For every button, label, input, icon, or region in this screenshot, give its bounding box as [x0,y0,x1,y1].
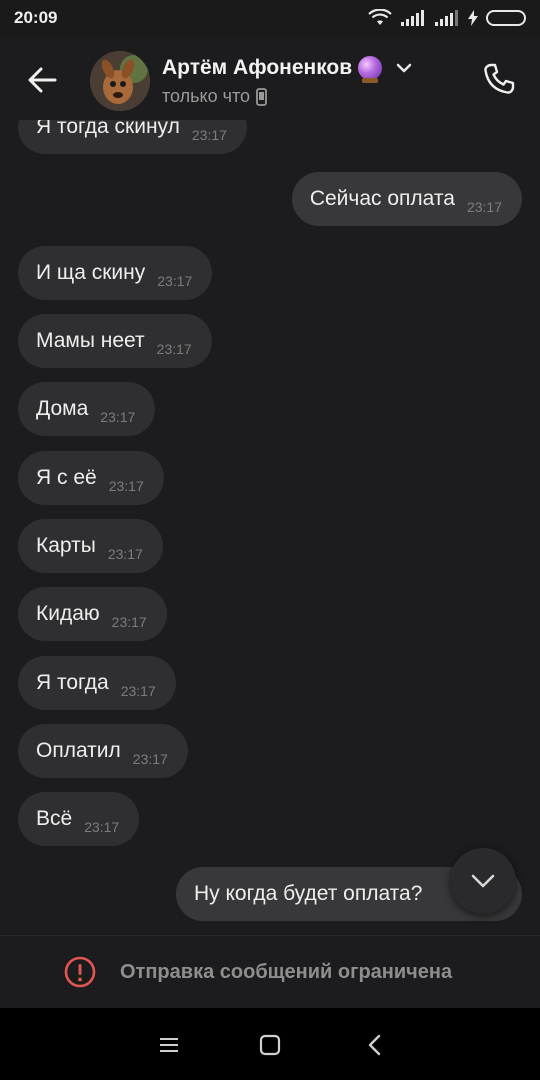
signal-icon-sim1 [401,10,424,26]
message-bubble-incoming[interactable]: Я тогда скинул 23:17 [18,120,247,154]
arrow-left-icon [28,67,57,93]
message-time: 23:17 [84,819,120,835]
chat-screen: 20:09 Артём Афоненков только что Я тогда… [0,0,540,1080]
message-text: Мамы неет [36,329,145,352]
contact-name-button[interactable]: Артём Афоненков [162,56,412,83]
charging-icon [468,10,478,26]
message-bubble-incoming[interactable]: Я тогда 23:17 [18,656,176,710]
system-back-button[interactable] [360,1030,390,1060]
signal-icon-sim2 [435,10,458,26]
message-time: 23:17 [100,409,136,425]
home-button[interactable] [255,1030,285,1060]
message-bubble-incoming[interactable]: Дома 23:17 [18,382,156,436]
message-time: 23:17 [156,341,192,357]
battery-icon [486,10,526,26]
contact-status-row: только что [162,86,267,107]
message-time: 23:17 [466,199,502,215]
status-icons [368,9,526,27]
call-button[interactable] [478,58,520,100]
message-time: 23:17 [111,614,147,630]
status-time: 20:09 [14,8,58,27]
system-navigation-bar [0,1008,540,1080]
message-bubble-incoming[interactable]: Оплатил 23:17 [18,724,188,778]
message-time: 23:17 [157,273,193,289]
status-bar: 20:09 [0,0,540,38]
message-text: Я тогда [36,671,109,694]
restricted-text: Отправка сообщений ограничена [120,960,453,983]
message-text: И ща скину [36,261,146,284]
chevron-left-icon [368,1034,381,1056]
message-time: 23:17 [132,751,168,767]
avatar[interactable] [90,51,150,111]
message-time: 23:17 [108,478,144,494]
message-text: Кидаю [36,602,100,625]
restricted-banner-content: Отправка сообщений ограничена [64,956,452,988]
message-text: Ну когда будет оплата? [194,882,423,905]
back-button[interactable] [22,60,62,100]
chat-header: Артём Афоненков только что [0,38,540,120]
message-bubble-incoming[interactable]: Я с её 23:17 [18,451,164,505]
contact-status: только что [162,86,251,106]
warning-circle-icon [64,956,96,988]
wifi-icon [368,9,392,25]
menu-icon [160,1038,178,1052]
message-text: Сейчас оплата [309,187,455,210]
message-bubble-incoming[interactable]: Мамы неет 23:17 [18,314,212,368]
message-bubble-incoming[interactable]: Карты 23:17 [18,519,163,573]
message-bubble-incoming[interactable]: Кидаю 23:17 [18,587,167,641]
chevron-down-icon [471,874,495,888]
message-text: Дома [36,397,89,420]
mobile-phone-icon [256,87,267,106]
message-time: 23:17 [107,546,143,562]
message-bubble-incoming[interactable]: Всё 23:17 [18,792,140,846]
message-list[interactable]: Я тогда скинул 23:17 Сейчас оплата 23:17… [0,120,540,935]
message-text: Я с её [36,466,97,489]
messaging-restricted-banner: Отправка сообщений ограничена [0,935,540,1008]
phone-icon [484,63,515,94]
avatar-image [90,51,150,111]
message-time: 23:17 [191,127,227,143]
message-time: 23:17 [120,683,156,699]
message-bubble-incoming[interactable]: И ща скину 23:17 [18,246,213,300]
message-bubble-outgoing[interactable]: Сейчас оплата 23:17 [291,172,522,226]
menu-button[interactable] [154,1030,184,1060]
message-text: Я тогда скинул [36,120,180,138]
home-square-icon [259,1034,281,1056]
message-text: Оплатил [36,739,121,762]
contact-name: Артём Афоненков [162,56,353,79]
message-text: Всё [36,807,73,830]
chevron-down-icon [396,63,412,73]
message-text: Карты [36,534,96,557]
crystal-ball-icon [358,56,383,83]
scroll-to-bottom-button[interactable] [450,848,516,914]
